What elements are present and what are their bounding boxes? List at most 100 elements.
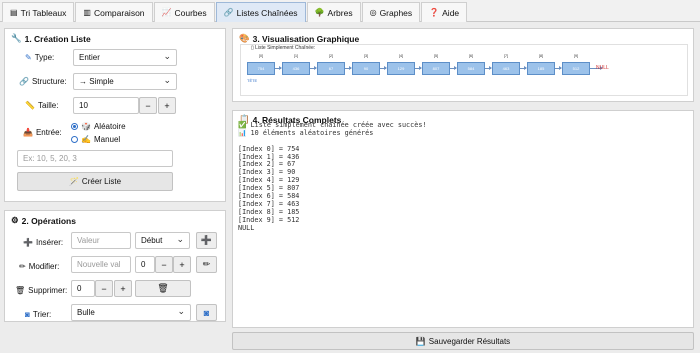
- delete-index-input[interactable]: 0: [71, 280, 95, 297]
- list-node: 807: [422, 62, 450, 75]
- node-index-label: [3]: [363, 53, 369, 58]
- paint-icon: ✎: [25, 53, 32, 62]
- node-pointer-arrow: [555, 66, 562, 70]
- creation-panel: 🔧1. Création Liste ✎Type: Entier 🔗Struct…: [4, 28, 226, 202]
- type-select[interactable]: Entier: [73, 49, 177, 66]
- tab-listes-chainees[interactable]: 🔗 Listes Chaînées: [215, 2, 306, 22]
- node-pointer-arrow: [520, 66, 527, 70]
- log-line: [Index 5] = 807: [238, 184, 300, 193]
- log-line: [Index 3] = 90: [238, 168, 296, 177]
- insert-button[interactable]: ➕: [196, 232, 217, 249]
- tab-label: Tri Tableaux: [20, 7, 67, 18]
- ruler-icon: 📏: [25, 101, 35, 110]
- plus-icon: ➕: [23, 238, 33, 247]
- insert-value-input[interactable]: Valeur: [71, 232, 131, 249]
- node-pointer-arrow: [275, 66, 282, 70]
- random-radio[interactable]: 🎲 Aléatoire: [71, 122, 126, 131]
- list-node: 129: [387, 62, 415, 75]
- type-label: ✎ Type:: [25, 53, 55, 62]
- delete-index-increment[interactable]: +: [114, 280, 132, 297]
- bar-chart-icon: ▤: [10, 8, 18, 17]
- creation-panel-title: 🔧 1. Création Liste: [11, 33, 91, 44]
- list-node: 754: [247, 62, 275, 75]
- insert-position-select[interactable]: Début: [135, 232, 190, 249]
- log-line: 📊 10 éléments aléatoires générés: [238, 128, 374, 137]
- gear-icon: ⚙: [11, 215, 19, 225]
- visualization-panel-title: 🎨 3. Visualisation Graphique: [239, 33, 360, 44]
- head-label: TÊTE: [247, 78, 258, 83]
- list-node: 67: [317, 62, 345, 75]
- chart-icon: ▥: [83, 8, 91, 17]
- tab-tri-tableaux[interactable]: ▤ Tri Tableaux: [2, 2, 75, 22]
- log-line: [Index 2] = 67: [238, 160, 296, 169]
- node-index-label: [6]: [468, 53, 474, 58]
- delete-button[interactable]: 🗑: [135, 280, 191, 297]
- tab-label: Arbres: [327, 7, 353, 18]
- manual-values-input[interactable]: Ex: 10, 5, 20, 3: [17, 150, 173, 167]
- sort-icon: ◙: [203, 307, 210, 318]
- tab-arbres[interactable]: 🌳 Arbres: [306, 2, 361, 22]
- manual-radio[interactable]: ✍ Manuel: [71, 135, 120, 144]
- tab-comparaison[interactable]: ▥ Comparaison: [75, 2, 153, 22]
- list-node: 463: [492, 62, 520, 75]
- magic-wand-icon: 🪄: [68, 177, 79, 186]
- entree-label: 📥 Entrée:: [23, 128, 62, 137]
- save-results-button[interactable]: 💾 Sauvegarder Résultats: [232, 332, 694, 350]
- taille-decrement-button[interactable]: −: [139, 97, 157, 114]
- tab-graphes[interactable]: ◎ Graphes: [361, 2, 421, 22]
- wrench-icon: 🔧: [11, 33, 22, 43]
- floppy-disk-icon: 💾: [415, 336, 426, 346]
- link-icon: 🔗: [19, 77, 29, 86]
- node-index-label: [0]: [258, 53, 264, 58]
- structure-label: 🔗 Structure:: [19, 77, 67, 86]
- modify-index-increment[interactable]: +: [173, 256, 191, 273]
- sort-button[interactable]: ◙: [196, 304, 217, 321]
- node-pointer-arrow: [450, 66, 457, 70]
- modify-label: ✏ Modifier:: [19, 262, 60, 271]
- structure-select[interactable]: → Simple: [73, 73, 177, 90]
- trash-icon: 🗑: [15, 286, 26, 295]
- node-index-label: [8]: [538, 53, 544, 58]
- node-index-label: [4]: [398, 53, 404, 58]
- log-line: [Index 0] = 754: [238, 144, 300, 153]
- modify-index-decrement[interactable]: −: [155, 256, 173, 273]
- modify-value-input[interactable]: Nouvelle val: [71, 256, 131, 273]
- graph-icon: ◎: [369, 8, 377, 17]
- operations-panel: ⚙2. Opérations ➕Insérer: Valeur Début ➕ …: [4, 210, 226, 322]
- log-line: [Index 6] = 584: [238, 192, 300, 201]
- operations-panel-title: ⚙ 2. Opérations: [11, 215, 76, 226]
- curve-chart-icon: 📈: [161, 8, 172, 17]
- tab-bar: ▤ Tri Tableaux ▥ Comparaison 📈 Courbes 🔗 Lis…: [0, 0, 700, 22]
- node-index-label: [5]: [433, 53, 439, 58]
- tab-label: Courbes: [174, 7, 207, 18]
- sort-label: ◙ Trier:: [25, 310, 52, 319]
- sort-algorithm-select[interactable]: Bulle: [71, 304, 191, 321]
- node-index-label: [7]: [503, 53, 509, 58]
- modify-button[interactable]: ✏: [196, 256, 217, 273]
- palette-icon: 🎨: [239, 33, 250, 43]
- node-index-label: [2]: [328, 53, 334, 58]
- list-subtitle: ▯ Liste Simplement Chaînée:: [251, 45, 316, 51]
- modify-index-input[interactable]: 0: [135, 256, 155, 273]
- question-icon: ❓: [429, 8, 440, 17]
- delete-index-decrement[interactable]: −: [95, 280, 113, 297]
- log-line: NULL: [238, 223, 255, 232]
- taille-input[interactable]: 10: [73, 97, 139, 114]
- radio-unchecked-icon: [71, 136, 78, 143]
- import-icon: 📥: [23, 128, 33, 137]
- log-line: [Index 8] = 185: [238, 207, 300, 216]
- tab-courbes[interactable]: 📈 Courbes: [153, 2, 215, 22]
- taille-increment-button[interactable]: +: [158, 97, 176, 114]
- node-pointer-arrow: [345, 66, 352, 70]
- insert-label: ➕ Insérer:: [23, 238, 64, 247]
- create-list-button[interactable]: 🪄 Créer Liste: [17, 172, 173, 191]
- results-log: ✅ Liste simplement chaînée créée avec su…: [238, 121, 686, 232]
- tree-icon: 🌳: [314, 8, 325, 17]
- node-pointer-arrow: [380, 66, 387, 70]
- delete-label: 🗑 Supprimer:: [15, 286, 68, 295]
- tab-aide[interactable]: ❓ Aide: [421, 2, 468, 22]
- sort-icon: ◙: [25, 310, 30, 319]
- link-icon: 🔗: [223, 8, 234, 17]
- log-line: [Index 7] = 463: [238, 199, 300, 208]
